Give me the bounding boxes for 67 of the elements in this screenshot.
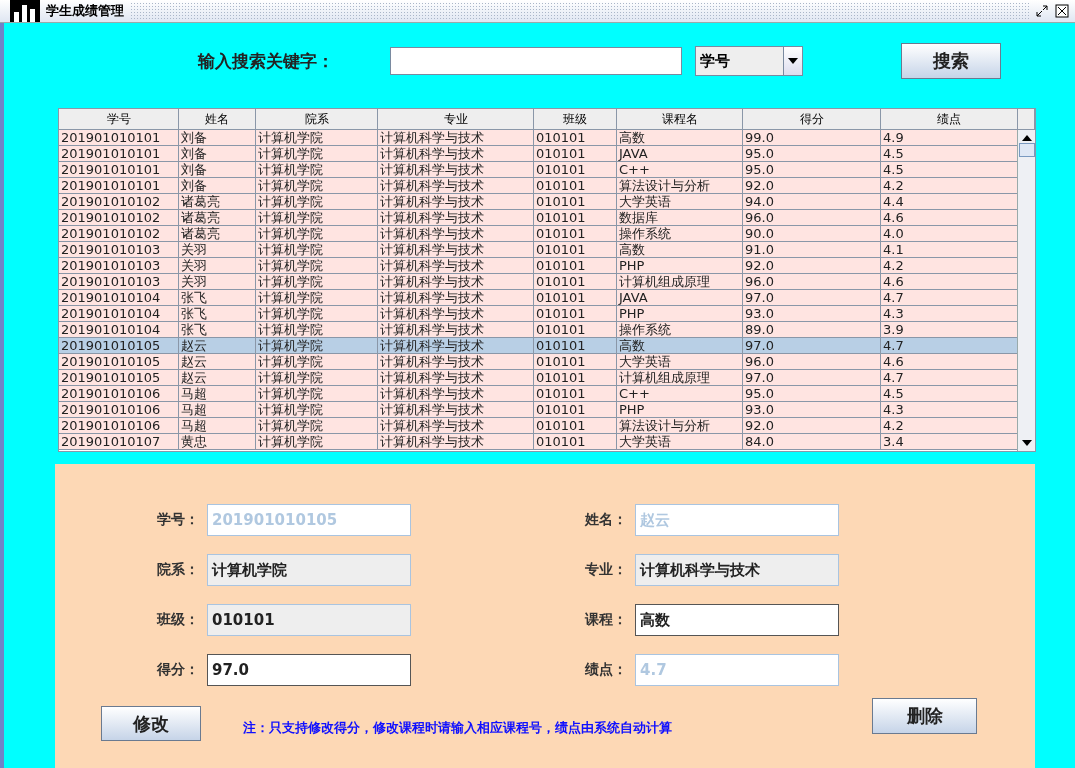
caret-icon (788, 58, 798, 64)
table-row[interactable]: 201901010106 马超 计算机学院 计算机科学与技术 010101 C++ 95.0 4.5 (59, 386, 1017, 402)
modify-button[interactable]: 修改 (101, 706, 201, 741)
table-cell: 计算机科学与技术 (378, 434, 534, 450)
note-text: 注：只支持修改得分，修改课程时请输入相应课程号，绩点由系统自动计算 (243, 718, 672, 737)
column-header[interactable]: 班级 (534, 109, 617, 130)
table-row[interactable]: 201901010102 诸葛亮 计算机学院 计算机科学与技术 010101 操作系统 90.0 4.0 (59, 226, 1017, 242)
table-cell: 黄忠 (179, 434, 256, 450)
up-arrow-icon[interactable] (1021, 135, 1032, 141)
table-row[interactable]: 201901010105 赵云 计算机学院 计算机科学与技术 010101 大学英语 96.0 4.6 (59, 354, 1017, 370)
field-label: 姓名： (584, 511, 628, 529)
table-cell: 84.0 (743, 434, 881, 450)
table-row[interactable]: 201901010101 刘备 计算机学院 计算机科学与技术 010101 高数 99.0 4.9 (59, 130, 1017, 146)
input-field[interactable]: 97.0 (207, 654, 411, 686)
input-field: 计算机学院 (207, 554, 411, 586)
field-label: 绩点： (584, 661, 628, 679)
field-label: 得分： (156, 661, 200, 679)
table-row[interactable]: 201901010105 赵云 计算机学院 计算机科学与技术 010101 高数 97.0 4.7 (59, 338, 1017, 354)
table-row[interactable]: 201901010104 张飞 计算机学院 计算机科学与技术 010101 PHP 93.0 4.3 (59, 306, 1017, 322)
table-row[interactable]: 201901010104 张飞 计算机学院 计算机科学与技术 010101 JAVA 97.0 4.7 (59, 290, 1017, 306)
input-field: 计算机科学与技术 (635, 554, 839, 586)
table-cell: 大学英语 (617, 434, 743, 450)
column-header[interactable]: 院系 (256, 109, 378, 130)
column-header[interactable]: 姓名 (179, 109, 256, 130)
bar-chart-icon (10, 0, 40, 22)
field-label: 课程： (583, 611, 628, 629)
search-label: 输入搜索关键字： (198, 49, 335, 73)
column-header[interactable]: 得分 (743, 109, 881, 130)
search-type-dropdown[interactable]: 学号 (695, 46, 803, 76)
delete-button[interactable]: 删除 (872, 697, 977, 734)
down-arrow-icon[interactable] (1021, 440, 1032, 446)
table-row[interactable]: 201901010106 马超 计算机学院 计算机科学与技术 010101 PHP 93.0 4.3 (59, 402, 1017, 418)
table-row[interactable]: 201901010102 诸葛亮 计算机学院 计算机科学与技术 010101 数据库 96.0 4.6 (59, 210, 1017, 226)
input-field: 010101 (207, 604, 411, 636)
close-icon[interactable] (1055, 4, 1069, 18)
search-button[interactable]: 搜索 (901, 43, 1001, 79)
table-row[interactable]: 201901010106 马超 计算机学院 计算机科学与技术 010101 算法设计与分析 92.0 4.2 (59, 418, 1017, 434)
input-field: 赵云 (635, 504, 839, 536)
field-label: 班级： (155, 611, 200, 629)
table-cell: 201901010107 (59, 434, 179, 450)
search-field[interactable] (390, 47, 682, 75)
scroll-thumb[interactable] (1018, 143, 1035, 157)
input-field: 4.7 (635, 654, 839, 686)
table-row[interactable]: 201901010103 关羽 计算机学院 计算机科学与技术 010101 高数 91.0 4.1 (59, 242, 1017, 258)
table-cell: 计算机学院 (256, 434, 378, 450)
table-row[interactable]: 201901010101 刘备 计算机学院 计算机科学与技术 010101 C++ 95.0 4.5 (59, 162, 1017, 178)
table-row[interactable]: 201901010107 黄忠 计算机学院 计算机科学与技术 010101 大学英语 84.0 3.4 (59, 434, 1017, 450)
table-cell: 010101 (534, 434, 617, 450)
table-row[interactable]: 201901010102 诸葛亮 计算机学院 计算机科学与技术 010101 大学英语 94.0 4.4 (59, 194, 1017, 210)
column-header[interactable]: 专业 (378, 109, 534, 130)
scrollbar[interactable] (1017, 130, 1035, 451)
table-row[interactable]: 201901010101 刘备 计算机学院 计算机科学与技术 010101 JAVA 95.0 4.5 (59, 146, 1017, 162)
field-label: 专业： (584, 561, 628, 579)
field-label: 院系： (156, 561, 200, 579)
table-row[interactable]: 201901010105 赵云 计算机学院 计算机科学与技术 010101 计算机组成原理 97.0 4.7 (59, 370, 1017, 386)
table-row[interactable]: 201901010104 张飞 计算机学院 计算机科学与技术 010101 操作系统 89.0 3.9 (59, 322, 1017, 338)
field-label: 学号： (156, 511, 200, 529)
column-header[interactable]: 课程名 (617, 109, 743, 130)
input-field: 201901010105 (207, 504, 411, 536)
window-title: 学生成绩管理 (46, 2, 124, 20)
table-row[interactable]: 201901010103 关羽 计算机学院 计算机科学与技术 010101 PHP 92.0 4.2 (59, 258, 1017, 274)
table-row[interactable]: 201901010101 刘备 计算机学院 计算机科学与技术 010101 算法设计与分析 92.0 4.2 (59, 178, 1017, 194)
column-header[interactable]: 学号 (59, 109, 179, 130)
restore-icon[interactable] (1035, 4, 1049, 18)
input-field[interactable]: 高数 (635, 604, 839, 636)
table-row[interactable]: 201901010103 关羽 计算机学院 计算机科学与技术 010101 计算机组成原理 96.0 4.6 (59, 274, 1017, 290)
column-header[interactable]: 绩点 (881, 109, 1018, 130)
